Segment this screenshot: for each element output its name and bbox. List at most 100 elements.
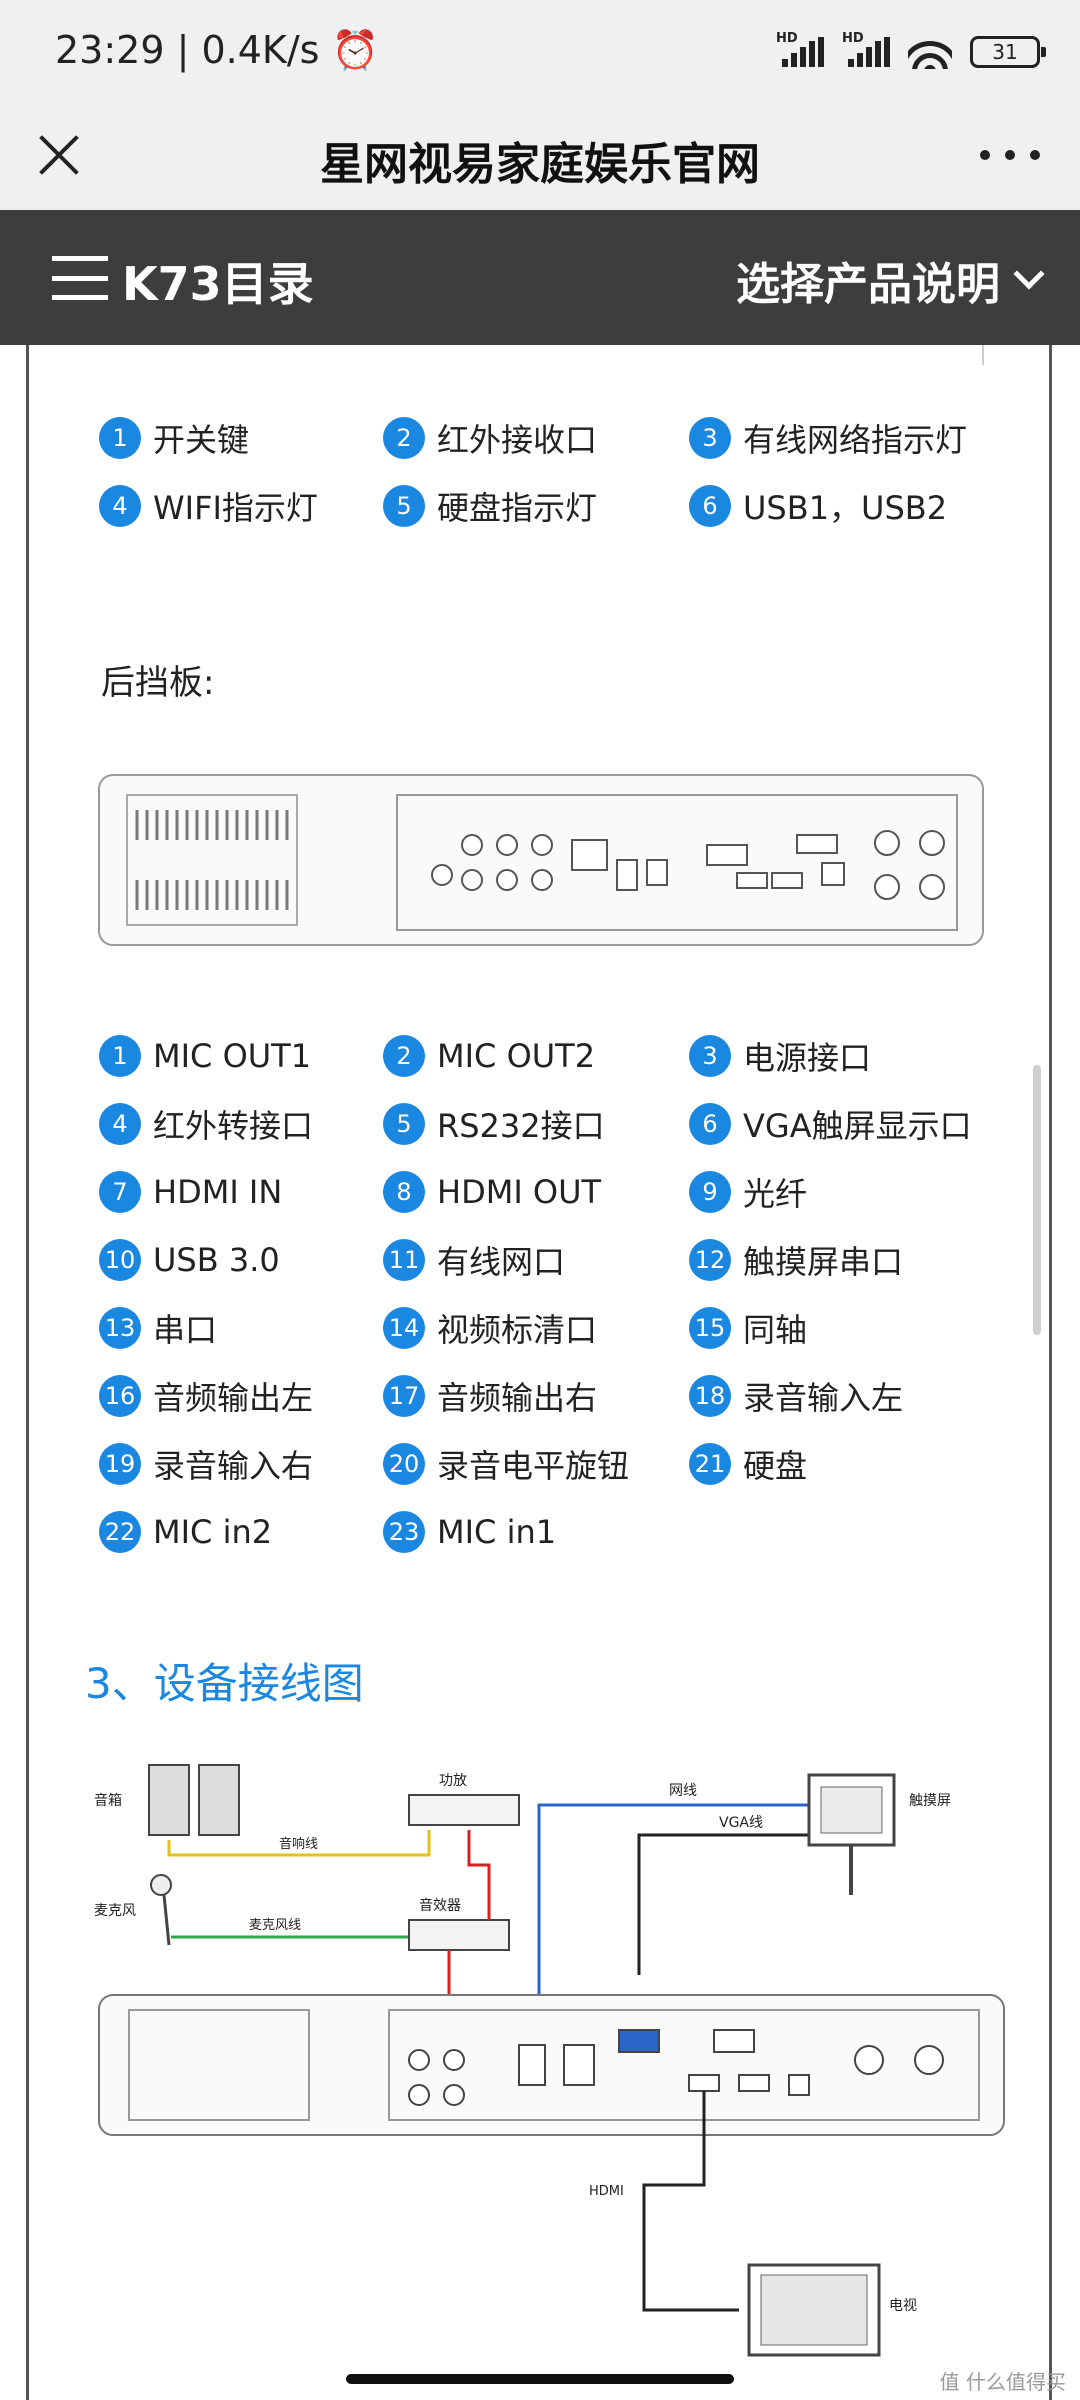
signal-hd-label: HD xyxy=(776,31,798,46)
signal-icon: HD xyxy=(776,31,824,67)
wiring-diagram: 音箱 功放 音响线 麦克风 麦克风线 音效器 网线 VGA线 触摸屏 HDMI … xyxy=(94,1764,1005,2357)
number-badge: 2 xyxy=(383,417,425,459)
speaker-cable-label: 音响线 xyxy=(279,1836,318,1852)
vga-cable-label: VGA线 xyxy=(719,1815,763,1831)
legend-item: 15 同轴 xyxy=(689,1307,999,1349)
catalog-title[interactable]: K73目录 xyxy=(122,248,314,314)
legend-label: 录音电平旋钮 xyxy=(437,1447,630,1485)
status-icons: HD HD 31 xyxy=(776,30,1046,74)
legend-label: 电源接口 xyxy=(743,1039,872,1077)
gesture-bar[interactable] xyxy=(346,2374,734,2384)
number-badge: 14 xyxy=(383,1307,425,1349)
hdmi-label: HDMI xyxy=(589,2184,624,2199)
legend-item: 23 MIC in1 xyxy=(383,1511,689,1553)
legend-item: 11 有线网口 xyxy=(383,1239,689,1281)
number-badge: 19 xyxy=(99,1443,141,1485)
rear-panel-image xyxy=(98,774,984,946)
legend-label: 光纤 xyxy=(743,1175,808,1213)
signal-icon: HD xyxy=(842,31,890,67)
legend-label: MIC in1 xyxy=(437,1513,557,1551)
legend-item: 6 VGA触屏显示口 xyxy=(689,1103,999,1145)
legend-label: 开关键 xyxy=(153,421,250,459)
legend-item: 1 开关键 xyxy=(99,417,383,459)
front-panel-legend: 1 开关键 2 红外接收口 3 有线网络指示灯 4 WIFI指示灯 5 硬盘指示灯 6 US… xyxy=(99,417,999,527)
number-badge: 6 xyxy=(689,485,731,527)
legend-label: 硬盘指示灯 xyxy=(437,489,598,527)
legend-item: 5 RS232接口 xyxy=(383,1103,689,1145)
legend-item: 2 MIC OUT2 xyxy=(383,1035,689,1077)
number-badge: 6 xyxy=(689,1103,731,1145)
divider xyxy=(982,345,984,365)
legend-item: 5 硬盘指示灯 xyxy=(383,485,689,527)
legend-item: 13 串口 xyxy=(99,1307,383,1349)
legend-label: 红外转接口 xyxy=(153,1107,314,1145)
legend-item: 16 音频输出左 xyxy=(99,1375,383,1417)
amp-label: 功放 xyxy=(439,1773,467,1789)
legend-item: 3 有线网络指示灯 xyxy=(689,417,999,459)
number-badge: 21 xyxy=(689,1443,731,1485)
signal-hd-label: HD xyxy=(842,31,864,46)
legend-label: 音频输出右 xyxy=(437,1379,598,1417)
product-select-label: 选择产品说明 xyxy=(736,259,1000,310)
legend-label: 音频输出左 xyxy=(153,1379,314,1417)
speaker-label: 音箱 xyxy=(94,1792,122,1809)
legend-label: 红外接收口 xyxy=(437,421,598,459)
wiring-section-title: 3、设备接线图 xyxy=(85,1659,364,1708)
number-badge: 16 xyxy=(99,1375,141,1417)
status-time: 23:29 | 0.4K/s ⏰ xyxy=(55,28,379,72)
legend-item: 2 红外接收口 xyxy=(383,417,689,459)
number-badge: 1 xyxy=(99,417,141,459)
legend-label: 录音输入右 xyxy=(153,1447,314,1485)
legend-item: 10 USB 3.0 xyxy=(99,1239,383,1281)
touch-screen-label: 触摸屏 xyxy=(909,1793,951,1809)
number-badge: 8 xyxy=(383,1171,425,1213)
legend-item: 3 电源接口 xyxy=(689,1035,999,1077)
legend-item: 17 音频输出右 xyxy=(383,1375,689,1417)
legend-label: HDMI IN xyxy=(153,1173,283,1211)
legend-label: 视频标清口 xyxy=(437,1311,598,1349)
legend-label: 同轴 xyxy=(743,1311,808,1349)
rear-panel-heading: 后挡板: xyxy=(101,663,215,703)
legend-label: WIFI指示灯 xyxy=(153,489,318,527)
legend-label: VGA触屏显示口 xyxy=(743,1107,972,1145)
legend-item: 7 HDMI IN xyxy=(99,1171,383,1213)
legend-item: 12 触摸屏串口 xyxy=(689,1239,999,1281)
number-badge: 20 xyxy=(383,1443,425,1485)
number-badge: 5 xyxy=(383,1103,425,1145)
battery-icon: 31 xyxy=(970,36,1046,68)
legend-label: HDMI OUT xyxy=(437,1173,602,1211)
number-badge: 3 xyxy=(689,417,731,459)
legend-item: 9 光纤 xyxy=(689,1171,999,1213)
number-badge: 4 xyxy=(99,1103,141,1145)
number-badge: 11 xyxy=(383,1239,425,1281)
number-badge: 13 xyxy=(99,1307,141,1349)
more-options-icon[interactable] xyxy=(980,140,1040,170)
number-badge: 12 xyxy=(689,1239,731,1281)
legend-label: 录音输入左 xyxy=(743,1379,904,1417)
chevron-down-icon xyxy=(1013,258,1045,290)
number-badge: 18 xyxy=(689,1375,731,1417)
product-select-dropdown[interactable]: 选择产品说明 xyxy=(736,248,1045,312)
number-badge: 15 xyxy=(689,1307,731,1349)
legend-label: 有线网络指示灯 xyxy=(743,421,968,459)
scrollbar[interactable] xyxy=(1033,1065,1041,1335)
legend-label: MIC in2 xyxy=(153,1513,273,1551)
number-badge: 7 xyxy=(99,1171,141,1213)
content-frame: 1 开关键 2 红外接收口 3 有线网络指示灯 4 WIFI指示灯 5 硬盘指示灯 6 US… xyxy=(26,345,1052,2400)
legend-label: 串口 xyxy=(153,1311,218,1349)
number-badge: 22 xyxy=(99,1511,141,1553)
menu-icon[interactable] xyxy=(52,256,108,300)
number-badge: 9 xyxy=(689,1171,731,1213)
title-bar: 星网视易家庭娱乐官网 xyxy=(0,100,1080,210)
legend-item: 4 红外转接口 xyxy=(99,1103,383,1145)
legend-label: RS232接口 xyxy=(437,1107,605,1145)
tv-label: 电视 xyxy=(889,2298,917,2314)
mic-cable-label: 麦克风线 xyxy=(249,1918,301,1933)
number-badge: 23 xyxy=(383,1511,425,1553)
legend-item: 1 MIC OUT1 xyxy=(99,1035,383,1077)
legend-label: MIC OUT2 xyxy=(437,1037,596,1075)
number-badge: 2 xyxy=(383,1035,425,1077)
legend-item: 21 硬盘 xyxy=(689,1443,999,1485)
legend-item: 4 WIFI指示灯 xyxy=(99,485,383,527)
number-badge: 5 xyxy=(383,485,425,527)
